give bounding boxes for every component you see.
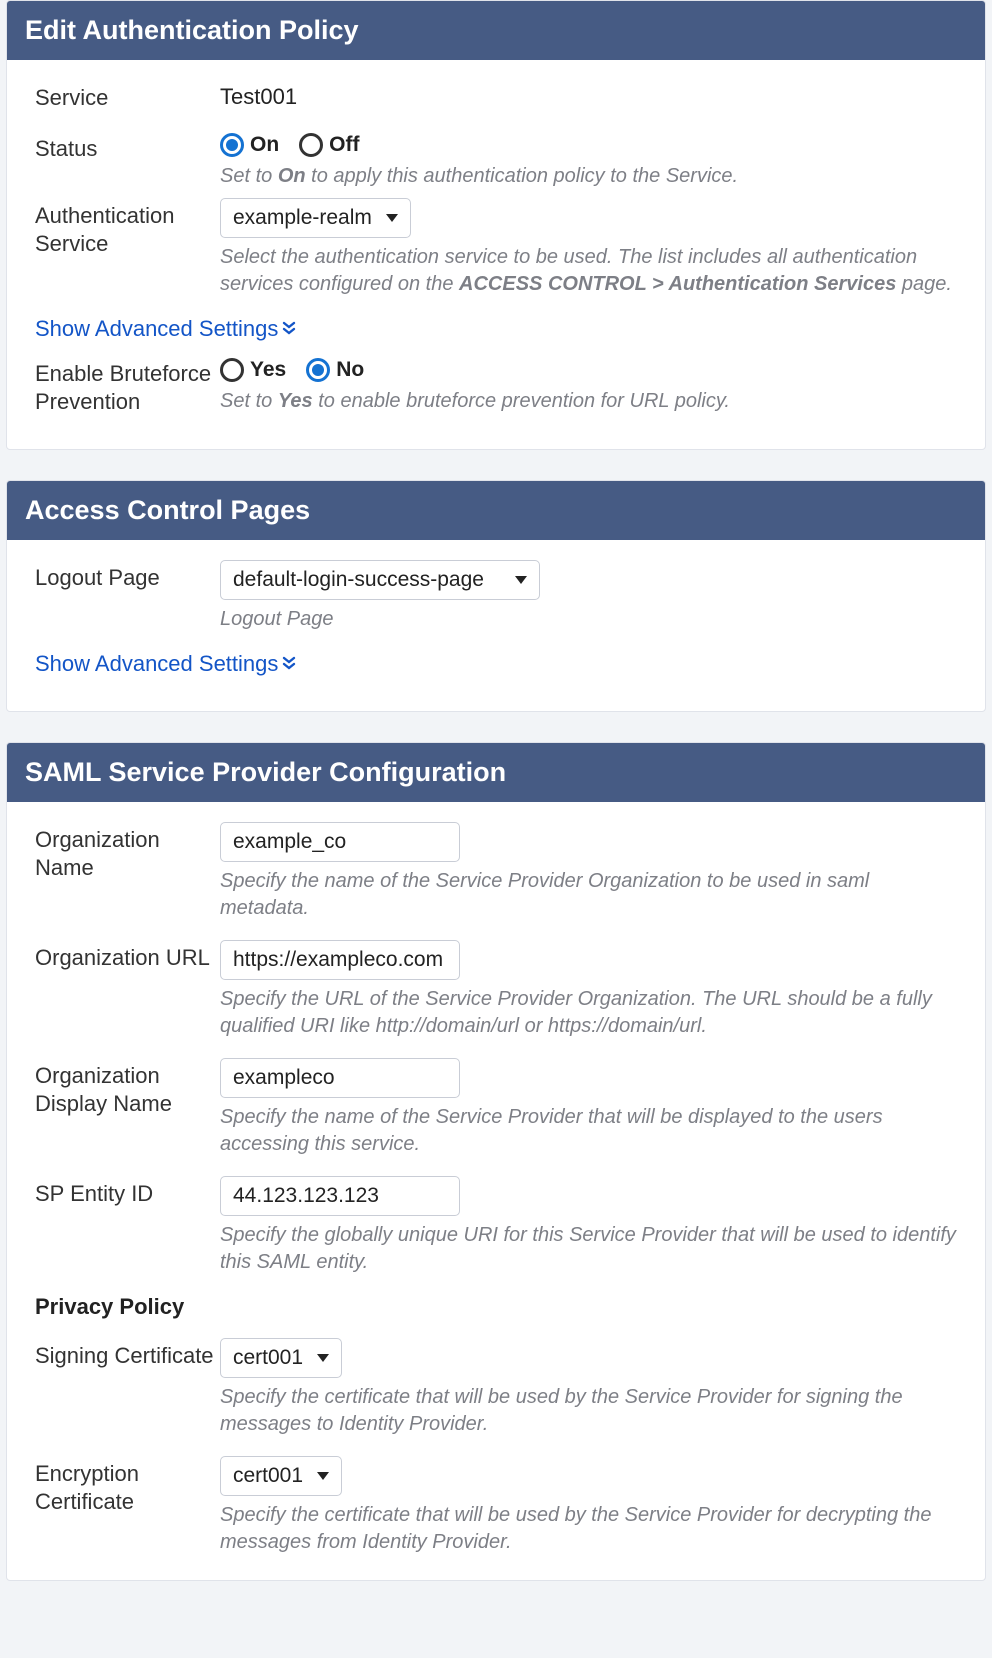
label-service: Service [35, 80, 220, 113]
row-status: Status On Off Set to On to apply thi [35, 131, 957, 190]
help-logout-page: Logout Page [220, 606, 957, 633]
radio-bruteforce-yes[interactable]: Yes [220, 358, 286, 382]
input-org-display-name[interactable]: exampleco [220, 1058, 460, 1098]
select-logout-page[interactable]: default-login-success-page [220, 560, 540, 600]
label-org-name: Organization Name [35, 822, 220, 883]
radio-group-bruteforce: Yes No [220, 356, 957, 382]
select-value: cert001 [233, 1346, 303, 1370]
help-org-name: Specify the name of the Service Provider… [220, 868, 957, 922]
label-encryption-cert: Encryption Certificate [35, 1456, 220, 1517]
row-bruteforce: Enable Bruteforce Prevention Yes No [35, 356, 957, 417]
subheading-privacy-policy: Privacy Policy [35, 1294, 957, 1320]
caret-down-icon [317, 1354, 329, 1362]
radio-circle-icon [220, 133, 244, 157]
help-sp-entity-id: Specify the globally unique URI for this… [220, 1222, 957, 1276]
select-signing-cert[interactable]: cert001 [220, 1338, 342, 1378]
help-auth-service: Select the authentication service to be … [220, 244, 957, 298]
row-service: Service Test001 [35, 80, 957, 113]
select-auth-service[interactable]: example-realm [220, 198, 411, 238]
panel-edit-auth-policy: Edit Authentication Policy Service Test0… [6, 0, 986, 450]
caret-down-icon [386, 214, 398, 222]
panel-saml-sp-config: SAML Service Provider Configuration Orga… [6, 742, 986, 1581]
input-org-url[interactable]: https://exampleco.com [220, 940, 460, 980]
label-logout-page: Logout Page [35, 560, 220, 593]
select-value: cert001 [233, 1464, 303, 1488]
row-org-name: Organization Name example_co Specify the… [35, 822, 957, 922]
panel-body: Service Test001 Status On Off [7, 60, 985, 449]
radio-label-yes: Yes [250, 358, 286, 382]
row-auth-service: Authentication Service example-realm Sel… [35, 198, 957, 298]
panel-header-saml-sp-config: SAML Service Provider Configuration [7, 743, 985, 802]
value-service: Test001 [220, 80, 297, 110]
row-signing-cert: Signing Certificate cert001 Specify the … [35, 1338, 957, 1438]
select-value: default-login-success-page [233, 568, 484, 592]
radio-circle-icon [220, 358, 244, 382]
label-signing-cert: Signing Certificate [35, 1338, 220, 1371]
panel-access-control-pages: Access Control Pages Logout Page default… [6, 480, 986, 712]
panel-body: Logout Page default-login-success-page L… [7, 540, 985, 711]
chevron-double-down-icon [282, 321, 296, 337]
radio-circle-icon [299, 133, 323, 157]
input-org-name[interactable]: example_co [220, 822, 460, 862]
caret-down-icon [317, 1472, 329, 1480]
label-org-display-name: Organization Display Name [35, 1058, 220, 1119]
row-org-url: Organization URL https://exampleco.com S… [35, 940, 957, 1040]
radio-bruteforce-no[interactable]: No [306, 358, 364, 382]
help-org-url: Specify the URL of the Service Provider … [220, 986, 957, 1040]
link-show-advanced-settings[interactable]: Show Advanced Settings [35, 651, 296, 677]
panel-body: Organization Name example_co Specify the… [7, 802, 985, 1580]
radio-status-off[interactable]: Off [299, 133, 359, 157]
help-status: Set to On to apply this authentication p… [220, 163, 957, 190]
input-sp-entity-id[interactable]: 44.123.123.123 [220, 1176, 460, 1216]
label-org-url: Organization URL [35, 940, 220, 973]
panel-header-edit-auth-policy: Edit Authentication Policy [7, 1, 985, 60]
radio-label-off: Off [329, 133, 359, 157]
select-value: example-realm [233, 206, 372, 230]
radio-status-on[interactable]: On [220, 133, 279, 157]
label-status: Status [35, 131, 220, 164]
caret-down-icon [515, 576, 527, 584]
label-auth-service: Authentication Service [35, 198, 220, 259]
row-sp-entity-id: SP Entity ID 44.123.123.123 Specify the … [35, 1176, 957, 1276]
label-bruteforce: Enable Bruteforce Prevention [35, 356, 220, 417]
help-encryption-cert: Specify the certificate that will be use… [220, 1502, 957, 1556]
help-signing-cert: Specify the certificate that will be use… [220, 1384, 957, 1438]
panel-header-access-control-pages: Access Control Pages [7, 481, 985, 540]
label-sp-entity-id: SP Entity ID [35, 1176, 220, 1209]
help-org-display-name: Specify the name of the Service Provider… [220, 1104, 957, 1158]
row-org-display-name: Organization Display Name exampleco Spec… [35, 1058, 957, 1158]
select-encryption-cert[interactable]: cert001 [220, 1456, 342, 1496]
radio-label-no: No [336, 358, 364, 382]
radio-label-on: On [250, 133, 279, 157]
help-bruteforce: Set to Yes to enable bruteforce preventi… [220, 388, 957, 415]
row-logout-page: Logout Page default-login-success-page L… [35, 560, 957, 633]
link-show-advanced-settings[interactable]: Show Advanced Settings [35, 316, 296, 342]
radio-circle-icon [306, 358, 330, 382]
chevron-double-down-icon [282, 656, 296, 672]
radio-group-status: On Off [220, 131, 957, 157]
row-encryption-cert: Encryption Certificate cert001 Specify t… [35, 1456, 957, 1556]
